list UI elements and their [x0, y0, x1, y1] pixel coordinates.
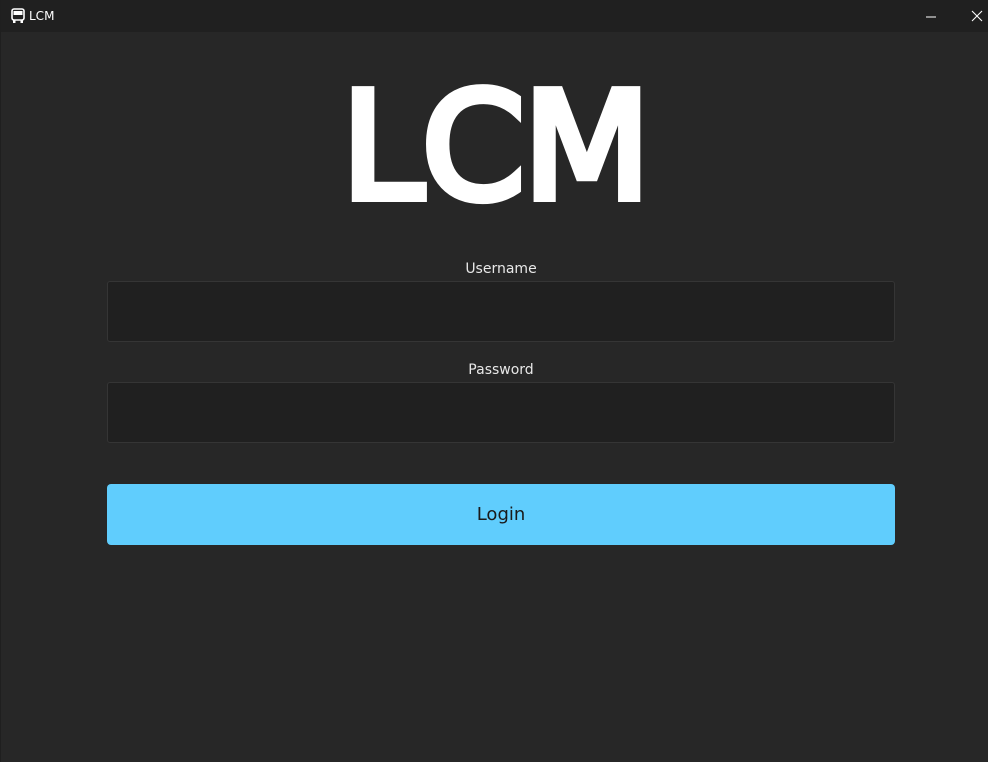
app-logo: LCM	[337, 61, 655, 233]
login-button[interactable]: Login	[107, 484, 895, 545]
minimize-button[interactable]	[908, 0, 954, 32]
close-icon	[971, 7, 983, 26]
minimize-icon	[926, 7, 936, 26]
password-input[interactable]	[107, 382, 895, 443]
window-title: LCM	[29, 9, 55, 23]
username-input[interactable]	[107, 281, 895, 342]
close-button[interactable]	[954, 0, 988, 32]
login-window: LCM LCM Username Password Login	[0, 0, 988, 762]
username-label: Username	[465, 261, 537, 277]
title-bar[interactable]: LCM	[1, 0, 988, 32]
bus-icon	[10, 8, 26, 24]
password-label: Password	[468, 362, 534, 378]
